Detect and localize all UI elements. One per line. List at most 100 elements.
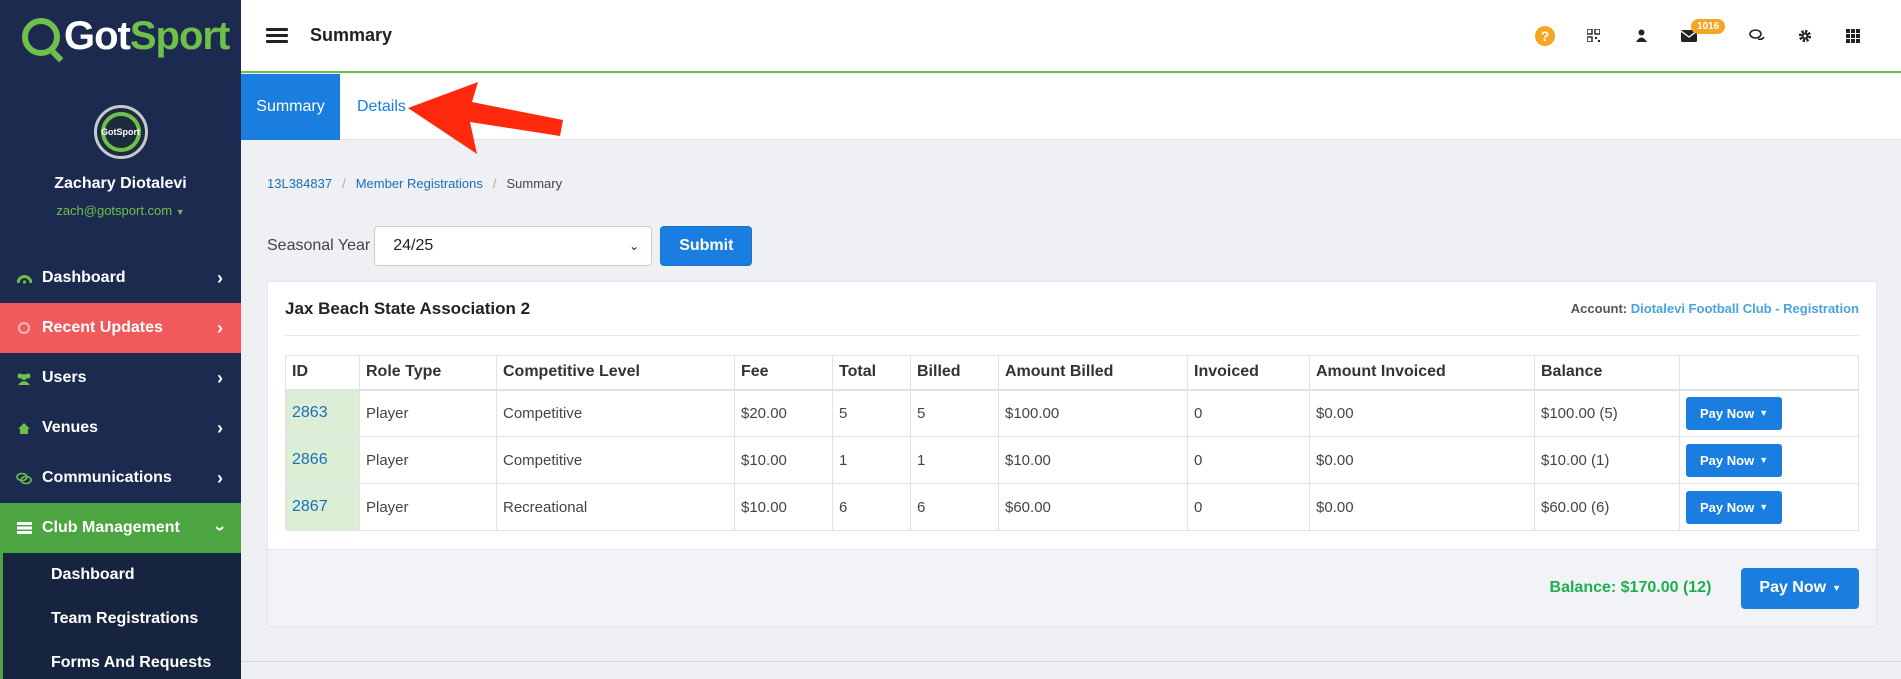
sidebar-item-dashboard[interactable]: Dashboard › <box>0 253 241 303</box>
action-cell: Pay Now ▼ <box>1679 483 1859 531</box>
chevron-down-icon: ⌄ <box>629 239 640 253</box>
association-title: Jax Beach State Association 2 <box>285 298 531 318</box>
total-cell: 6 <box>832 483 911 531</box>
column-header-action <box>1679 355 1859 391</box>
registration-id-link[interactable]: 2867 <box>285 483 360 531</box>
submit-button[interactable]: Submit <box>660 226 753 266</box>
club-management-submenu: Dashboard Team Registrations Forms And R… <box>0 553 241 679</box>
action-cell: Pay Now ▼ <box>1679 436 1859 484</box>
registration-id-link[interactable]: 2863 <box>285 389 360 437</box>
amount-invoiced-cell: $0.00 <box>1309 436 1535 484</box>
comments-icon <box>16 471 32 485</box>
profile-button[interactable] <box>1617 29 1665 42</box>
page-title: Summary <box>310 25 393 45</box>
sidebar-subitem-team-registrations[interactable]: Team Registrations <box>0 597 241 641</box>
action-cell: Pay Now ▼ <box>1679 389 1859 437</box>
sidebar-item-users[interactable]: Users › <box>0 353 241 403</box>
sidebar-item-label: Venues <box>42 419 99 436</box>
chevron-right-icon: › <box>217 317 223 338</box>
competitive-level-cell: Competitive <box>496 389 735 437</box>
messages-button[interactable]: 1016 <box>1665 18 1726 42</box>
breadcrumb-current: Summary <box>506 176 563 191</box>
pay-now-button[interactable]: Pay Now ▼ <box>1686 490 1783 524</box>
sidebar-subitem-forms-and-requests[interactable]: Forms And Requests <box>0 641 241 679</box>
pay-now-label: Pay Now <box>1700 499 1755 515</box>
fee-cell: $20.00 <box>734 389 833 437</box>
grid-icon <box>1846 28 1860 43</box>
user-icon <box>1635 29 1647 42</box>
tab-details[interactable]: Details <box>340 74 423 140</box>
chevron-right-icon: › <box>217 267 223 288</box>
balance-cell: $10.00 (1) <box>1534 436 1680 484</box>
role-type-cell: Player <box>359 389 497 437</box>
apps-button[interactable] <box>1829 28 1877 43</box>
sidebar-item-label: Recent Updates <box>42 319 163 336</box>
column-header-amount-invoiced: Amount Invoiced <box>1309 355 1535 391</box>
breadcrumb-separator: / <box>342 176 346 191</box>
pay-now-label: Pay Now <box>1700 452 1755 468</box>
seasonal-year-value: 24/25 <box>393 237 434 254</box>
caret-down-icon: ▼ <box>175 207 185 217</box>
sidebar-item-club-management[interactable]: Club Management › <box>0 503 241 553</box>
breadcrumb-link-member-registrations[interactable]: Member Registrations <box>356 176 483 191</box>
home-icon <box>16 421 32 435</box>
gear-icon <box>1798 29 1812 42</box>
pay-now-button[interactable]: Pay Now ▼ <box>1686 443 1783 477</box>
pay-now-all-button[interactable]: Pay Now ▼ <box>1741 567 1859 609</box>
dashboard-icon <box>16 271 32 285</box>
avatar-logo: GotSport <box>100 112 141 152</box>
amount-billed-cell: $60.00 <box>998 483 1188 531</box>
logo-mark-icon <box>22 17 60 56</box>
card-header: Jax Beach State Association 2 Account: D… <box>285 282 1859 336</box>
user-profile: GotSport Zachary Diotalevi zach@gotsport… <box>0 73 241 253</box>
table-row: 2866 Player Competitive $10.00 1 1 $10.0… <box>285 436 1859 484</box>
column-header-amount-billed: Amount Billed <box>998 355 1188 391</box>
card-footer: Balance: $170.00 (12) Pay Now ▼ <box>268 549 1876 626</box>
comments-icon <box>1749 29 1765 41</box>
profile-email-dropdown[interactable]: zach@gotsport.com ▼ <box>0 203 241 218</box>
account-link[interactable]: Diotalevi Football Club - Registration <box>1631 301 1859 316</box>
account-info: Account: Diotalevi Football Club - Regis… <box>1571 301 1859 316</box>
gotsport-logo[interactable]: GotSport <box>0 0 241 73</box>
sidebar-item-communications[interactable]: Communications › <box>0 453 241 503</box>
tab-summary[interactable]: Summary <box>241 74 340 140</box>
avatar: GotSport <box>93 105 148 159</box>
qr-code-button[interactable] <box>1569 29 1617 42</box>
amount-invoiced-cell: $0.00 <box>1309 483 1535 531</box>
billed-cell: 6 <box>910 483 999 531</box>
total-cell: 1 <box>832 436 911 484</box>
help-button[interactable]: ? <box>1521 25 1569 46</box>
sidebar-item-label: Users <box>42 369 87 386</box>
invoiced-cell: 0 <box>1187 483 1310 531</box>
sidebar-subitem-dashboard[interactable]: Dashboard <box>0 553 241 597</box>
pay-now-button[interactable]: Pay Now ▼ <box>1686 396 1783 430</box>
page-tabs: Summary Details <box>241 74 1901 140</box>
column-header-competitive-level: Competitive Level <box>496 355 735 391</box>
competitive-level-cell: Competitive <box>496 436 735 484</box>
hamburger-menu-icon[interactable] <box>266 28 288 43</box>
invoiced-cell: 0 <box>1187 436 1310 484</box>
seasonal-year-select[interactable]: 24/25 ⌄ <box>374 226 653 266</box>
amount-billed-cell: $10.00 <box>998 436 1188 484</box>
seasonal-year-label: Seasonal Year <box>267 237 371 254</box>
settings-button[interactable] <box>1781 29 1829 43</box>
registration-id-link[interactable]: 2866 <box>285 436 360 484</box>
total-balance: Balance: $170.00 (12) <box>1549 579 1712 596</box>
sidebar-item-venues[interactable]: Venues › <box>0 403 241 453</box>
role-type-cell: Player <box>359 436 497 484</box>
logo-text-got: Got <box>64 14 131 58</box>
caret-down-icon: ▼ <box>1759 455 1769 465</box>
registration-summary-card: Jax Beach State Association 2 Account: D… <box>267 281 1877 627</box>
competitive-level-cell: Recreational <box>496 483 735 531</box>
billed-cell: 1 <box>910 436 999 484</box>
breadcrumb: 13L384837 / Member Registrations / Summa… <box>267 176 562 191</box>
profile-email: zach@gotsport.com <box>56 203 173 218</box>
breadcrumb-link-account[interactable]: 13L384837 <box>267 176 332 191</box>
table-row: 2863 Player Competitive $20.00 5 5 $100.… <box>285 389 1859 437</box>
top-icon-bar: ? 1016 <box>1521 18 1877 46</box>
sidebar-item-recent-updates[interactable]: Recent Updates › <box>0 303 241 353</box>
role-type-cell: Player <box>359 483 497 531</box>
chevron-right-icon: › <box>217 417 223 438</box>
chat-button[interactable] <box>1733 29 1781 42</box>
chevron-right-icon: › <box>217 467 223 488</box>
